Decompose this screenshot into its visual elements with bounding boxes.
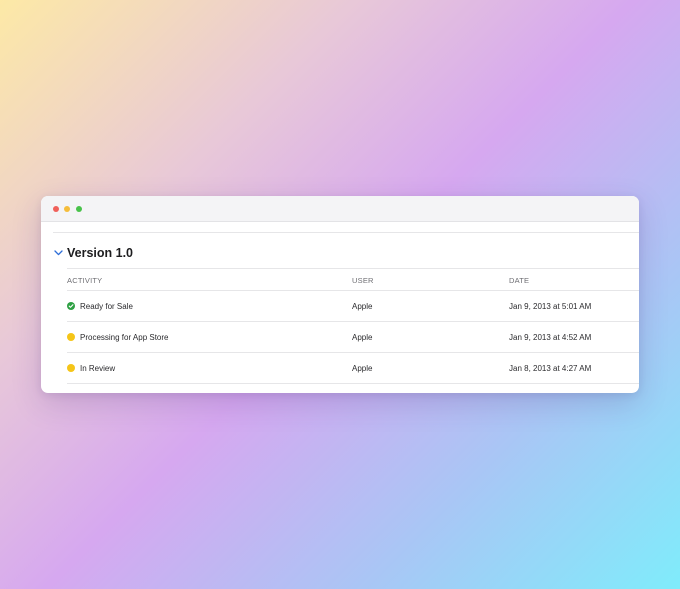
title-bar (41, 196, 639, 222)
activity-table: ACTIVITY USER DATE Ready for Sale Apple … (67, 268, 639, 384)
activity-name: In Review (80, 364, 116, 373)
section-title: Version 1.0 (67, 246, 134, 260)
activity-name: Processing for App Store (80, 333, 169, 342)
divider (53, 232, 639, 233)
column-header-user[interactable]: USER (352, 276, 374, 285)
table-row[interactable]: Ready for Sale Apple Jan 9, 2013 at 5:01… (67, 291, 639, 322)
close-window-button[interactable] (53, 206, 59, 212)
zoom-window-button[interactable] (76, 206, 82, 212)
activity-date: Jan 9, 2013 at 5:01 AM (509, 302, 592, 311)
table-row[interactable]: In Review Apple Jan 8, 2013 at 4:27 AM (67, 353, 639, 384)
user-name: Apple (352, 364, 373, 373)
minimize-window-button[interactable] (64, 206, 70, 212)
table-row[interactable]: Processing for App Store Apple Jan 9, 20… (67, 322, 639, 353)
version-section-header[interactable]: Version 1.0 (53, 245, 133, 261)
column-header-date[interactable]: DATE (509, 276, 529, 285)
activity-name: Ready for Sale (80, 302, 133, 311)
activity-date: Jan 9, 2013 at 4:52 AM (509, 333, 592, 342)
checkmark-circle-icon (67, 302, 75, 310)
user-name: Apple (352, 302, 373, 311)
table-header-row: ACTIVITY USER DATE (67, 268, 639, 291)
user-name: Apple (352, 333, 373, 342)
window-content: Version 1.0 ACTIVITY USER DATE Ready for… (41, 221, 639, 393)
activity-date: Jan 8, 2013 at 4:27 AM (509, 364, 592, 373)
yellow-dot-icon (67, 333, 75, 341)
yellow-dot-icon (67, 364, 75, 372)
app-window: Version 1.0 ACTIVITY USER DATE Ready for… (41, 196, 639, 393)
column-header-activity[interactable]: ACTIVITY (67, 276, 102, 285)
chevron-down-icon[interactable] (53, 248, 63, 258)
